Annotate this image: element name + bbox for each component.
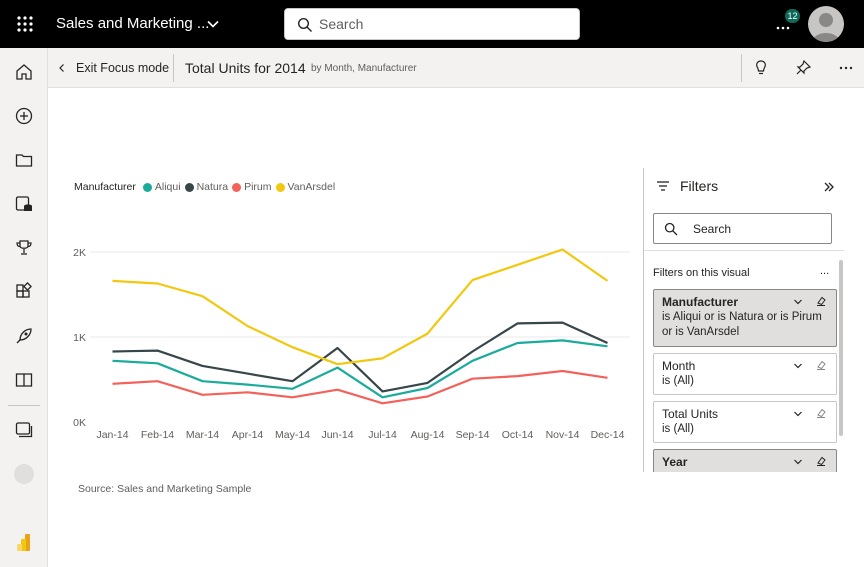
legend-dot [232,182,242,192]
y-tick-label: 2K [73,247,86,259]
workspaces-icon[interactable] [14,420,34,440]
notification-count-badge: 12 [785,9,800,23]
pin-icon[interactable] [793,58,813,78]
legend-dot [184,182,194,192]
filter-search-input[interactable]: Search [653,213,832,244]
chevron-down-icon[interactable] [793,297,803,307]
app-title[interactable]: Sales and Marketing ... [56,15,209,32]
x-tick-label: Sep-14 [456,429,490,441]
filters-scrollbar[interactable] [839,260,843,436]
filters-pane: Filters Search Filters on this visual ..… [643,168,864,472]
x-tick-label: Jul-14 [368,429,397,441]
divider [644,250,844,251]
legend-label: Pirum [244,181,272,193]
visual-header: Exit Focus mode Total Units for 2014 by … [48,48,864,88]
search-icon [664,222,678,236]
exit-focus-label: Exit Focus mode [76,61,170,75]
filter-card-name: Year [662,455,688,469]
x-tick-label: Nov-14 [546,429,580,441]
home-icon[interactable] [14,62,34,82]
filter-card-name: Total Units [662,407,719,421]
goals-icon[interactable] [14,238,34,258]
x-tick-label: Aug-14 [411,429,445,441]
legend-item-aliqui[interactable]: Aliqui [142,181,181,193]
filter-card-name: Manufacturer [662,295,739,309]
filter-card-desc: is Aliqui or is Natura or is Pirum or is… [662,311,822,338]
powerbi-logo-icon [17,534,30,551]
header-separator [741,54,742,82]
deployment-icon[interactable] [14,326,34,346]
filters-on-visual-label: Filters on this visual [653,267,750,279]
legend-item-vanarsdel[interactable]: VanArsdel [275,181,336,193]
chevron-down-icon[interactable] [793,409,803,419]
visual-title: Total Units for 2014 [185,60,306,76]
search-icon [297,17,312,32]
clear-filter-icon[interactable] [815,455,827,467]
x-tick-label: May-14 [275,429,310,441]
filter-card-year[interactable]: Year [653,449,837,472]
user-avatar[interactable] [808,6,844,42]
legend-title: Manufacturer [74,181,136,193]
line-chart[interactable]: 2K 1K 0K Jan-14 Feb-14 Mar-14 Apr-14 May-14 Jun-… [60,236,640,446]
y-tick-label: 0K [73,417,86,429]
chart-legend: Manufacturer Aliqui Natura Pirum VanArsd… [74,180,339,194]
clear-filter-icon[interactable] [815,407,827,419]
legend-label: VanArsdel [287,181,336,193]
series-line-natura[interactable] [112,321,608,393]
filter-card-name: Month [662,359,696,373]
legend-dot [275,182,285,192]
learn-icon[interactable] [14,370,34,390]
exit-focus-mode-button[interactable]: Exit Focus mode [56,56,169,80]
left-navigation [0,48,48,567]
search-placeholder: Search [319,16,364,32]
lightbulb-icon[interactable] [751,58,771,78]
y-tick-label: 1K [73,332,86,344]
clear-filter-icon[interactable] [815,359,827,371]
nav-divider [8,405,40,406]
datahub-icon[interactable] [14,194,34,214]
clear-filter-icon[interactable] [815,295,827,307]
x-tick-label: Mar-14 [186,429,219,441]
filters-header: Filters [656,178,718,194]
filter-card-total-units[interactable]: Total Units is (All) [653,401,837,443]
more-options-icon[interactable] [836,58,856,78]
legend-dot [142,182,152,192]
browse-icon[interactable] [14,150,34,170]
filters-title: Filters [680,178,719,194]
apps-icon[interactable] [14,282,34,302]
filter-card-desc: is (All) [662,375,694,387]
legend-item-pirum[interactable]: Pirum [232,181,272,193]
legend-label: Natura [196,181,229,193]
x-tick-label: Dec-14 [591,429,625,441]
chevron-down-icon[interactable] [206,17,220,31]
top-bar: Sales and Marketing ... Search 12 [0,0,864,48]
series-line-vanarsdel[interactable] [112,248,609,366]
x-tick-label: Feb-14 [141,429,174,441]
section-more-button[interactable]: ... [820,265,829,277]
collapse-pane-icon[interactable] [822,180,836,194]
global-search-input[interactable]: Search [284,8,580,40]
filter-card-manufacturer[interactable]: Manufacturer is Aliqui or is Natura or i… [653,289,837,347]
chevron-left-icon [59,64,64,72]
filter-card-desc: is (All) [662,423,694,435]
header-separator [173,54,174,82]
visual-subtitle: by Month, Manufacturer [311,63,417,74]
chevron-down-icon[interactable] [793,361,803,371]
filter-card-month[interactable]: Month is (All) [653,353,837,395]
x-tick-label: Jun-14 [321,429,353,441]
app-launcher-icon[interactable] [14,13,36,35]
chevron-down-icon[interactable] [793,457,803,467]
legend-label: Aliqui [154,181,181,193]
x-tick-label: Apr-14 [232,429,264,441]
filter-icon [657,181,669,191]
legend-item-natura[interactable]: Natura [184,181,229,193]
source-note: Source: Sales and Marketing Sample [78,483,252,495]
x-tick-label: Jan-14 [96,429,128,441]
workspace-avatar[interactable] [14,464,34,484]
filter-search-placeholder: Search [693,222,732,236]
x-tick-label: Oct-14 [502,429,534,441]
create-icon[interactable] [14,106,34,126]
